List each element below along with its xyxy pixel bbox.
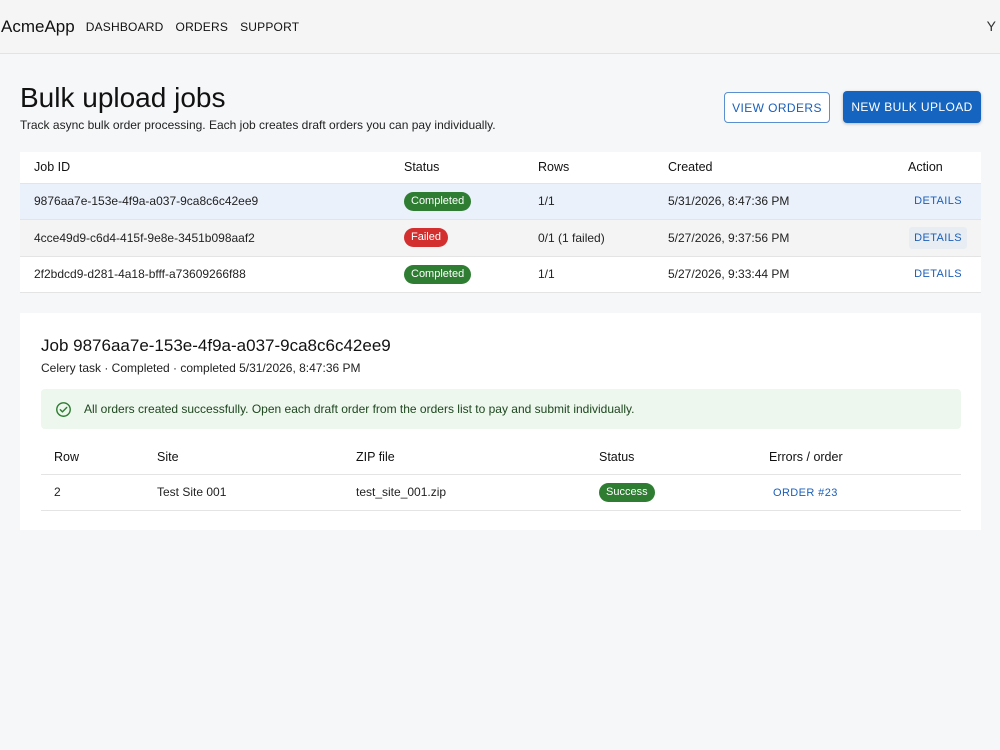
column-header-site: Site xyxy=(157,441,356,475)
column-header-errors-order: Errors / order xyxy=(769,441,961,475)
job-created: 5/27/2026, 9:33:44 PM xyxy=(668,256,908,293)
column-header-status: Status xyxy=(599,441,769,475)
nav-orders[interactable]: ORDERS xyxy=(176,20,229,34)
job-result-row: 2 Test Site 001 test_site_001.zip Succes… xyxy=(41,474,961,511)
alert-message: All orders created successfully. Open ea… xyxy=(84,402,635,416)
top-app-bar: AcmeApp DASHBOARD ORDERS SUPPORT Y xyxy=(0,0,1000,54)
job-rows-count: 1/1 xyxy=(538,256,668,293)
job-id: 4cce49d9-c6d4-415f-9e8e-3451b098aaf2 xyxy=(20,219,404,257)
job-rows-table-header: Row Site ZIP file Status Errors / order xyxy=(41,441,961,475)
order-link[interactable]: ORDER #23 xyxy=(769,487,838,499)
site-name: Test Site 001 xyxy=(157,474,356,511)
row-number: 2 xyxy=(41,474,157,511)
column-header-action: Action xyxy=(908,152,981,184)
app-brand[interactable]: AcmeApp xyxy=(1,17,75,37)
job-created: 5/27/2026, 9:37:56 PM xyxy=(668,219,908,257)
job-id: 2f2bdcd9-d281-4a18-bfff-a73609266f88 xyxy=(20,256,404,293)
jobs-table: Job ID Status Rows Created Action 9876aa… xyxy=(20,152,981,293)
details-button[interactable]: DETAILS xyxy=(909,263,967,285)
status-badge: Success xyxy=(599,482,655,502)
nav-dashboard[interactable]: DASHBOARD xyxy=(86,20,164,34)
details-button[interactable]: DETAILS xyxy=(909,226,967,249)
job-created: 5/31/2026, 8:47:36 PM xyxy=(668,183,908,220)
job-row[interactable]: 2f2bdcd9-d281-4a18-bfff-a73609266f88 Com… xyxy=(20,256,981,293)
job-detail-meta: Celery task · Completed · completed 5/31… xyxy=(41,361,361,375)
column-header-created: Created xyxy=(668,152,908,184)
job-id: 9876aa7e-153e-4f9a-a037-9ca8c6c42ee9 xyxy=(20,183,404,220)
job-row[interactable]: 4cce49d9-c6d4-415f-9e8e-3451b098aaf2 Fai… xyxy=(20,219,981,257)
column-header-row: Row xyxy=(41,441,157,475)
zip-file-name: test_site_001.zip xyxy=(356,474,599,511)
main-nav: DASHBOARD ORDERS SUPPORT xyxy=(86,20,312,34)
status-badge: Completed xyxy=(404,191,472,211)
new-bulk-upload-button[interactable]: NEW BULK UPLOAD xyxy=(843,91,981,123)
column-header-job-id: Job ID xyxy=(20,152,404,184)
page-title: Bulk upload jobs xyxy=(20,82,226,113)
job-detail-title: Job 9876aa7e-153e-4f9a-a037-9ca8c6c42ee9 xyxy=(41,336,391,355)
status-badge: Failed xyxy=(404,228,448,248)
job-rows-count: 1/1 xyxy=(538,183,668,220)
nav-support[interactable]: SUPPORT xyxy=(240,20,299,34)
jobs-table-header: Job ID Status Rows Created Action xyxy=(20,152,981,184)
job-rows-table: Row Site ZIP file Status Errors / order … xyxy=(41,441,961,511)
success-alert: All orders created successfully. Open ea… xyxy=(41,389,961,429)
details-button[interactable]: DETAILS xyxy=(909,190,967,212)
column-header-rows: Rows xyxy=(538,152,668,184)
view-orders-button[interactable]: VIEW ORDERS xyxy=(724,92,830,123)
user-avatar[interactable]: Y xyxy=(987,18,996,34)
job-rows-count: 0/1 (1 failed) xyxy=(538,219,668,257)
column-header-status: Status xyxy=(404,152,538,184)
column-header-zip-file: ZIP file xyxy=(356,441,599,475)
status-badge: Completed xyxy=(404,264,472,284)
page-subtitle: Track async bulk order processing. Each … xyxy=(20,118,496,132)
check-circle-icon xyxy=(56,401,71,417)
job-row[interactable]: 9876aa7e-153e-4f9a-a037-9ca8c6c42ee9 Com… xyxy=(20,183,981,220)
job-detail-panel: Job 9876aa7e-153e-4f9a-a037-9ca8c6c42ee9… xyxy=(20,313,981,530)
